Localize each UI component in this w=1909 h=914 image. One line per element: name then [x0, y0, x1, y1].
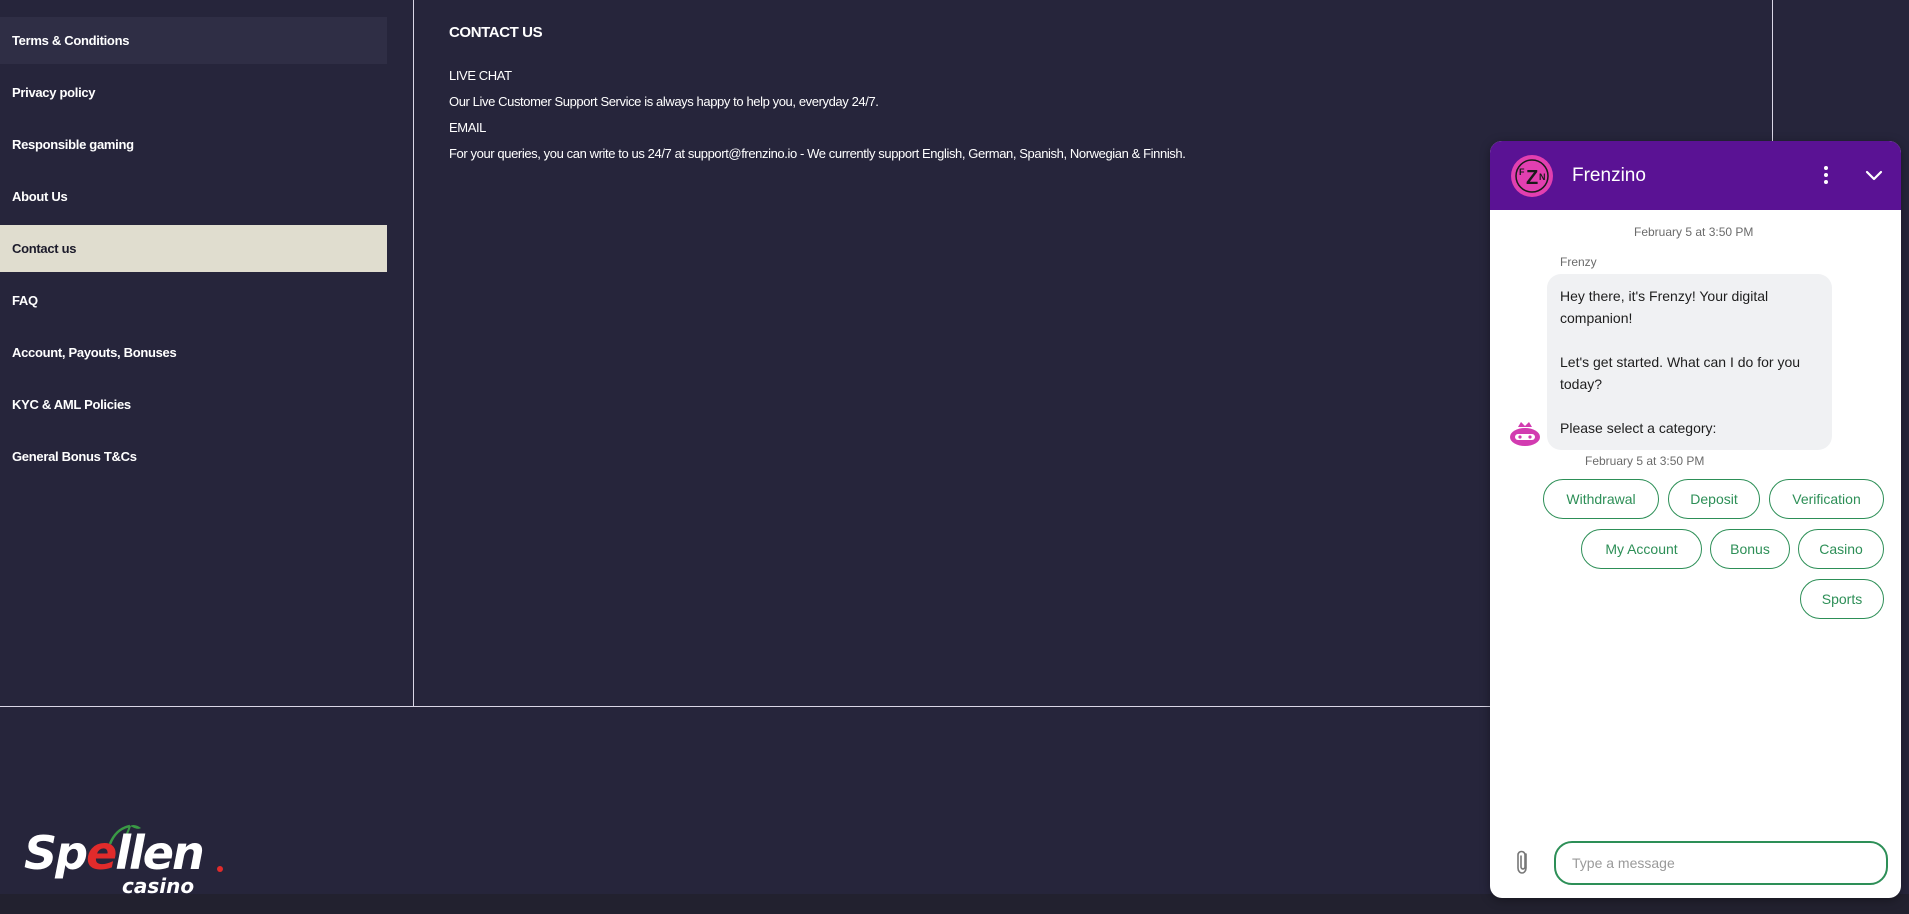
- logo-dot: [217, 866, 223, 872]
- chat-title: Frenzino: [1572, 165, 1646, 186]
- message-sender: Frenzy: [1560, 255, 1597, 269]
- svg-text:Z: Z: [1526, 167, 1538, 189]
- more-vertical-icon[interactable]: [1816, 162, 1836, 188]
- sidebar-item-terms[interactable]: Terms & Conditions: [0, 17, 387, 64]
- message-timestamp: February 5 at 3:50 PM: [1634, 225, 1754, 239]
- sidebar-item-general-bonus-tcs[interactable]: General Bonus T&Cs: [0, 433, 387, 480]
- sidebar-item-label: FAQ: [12, 293, 38, 308]
- chevron-down-icon[interactable]: [1861, 163, 1887, 189]
- quick-reply-bonus[interactable]: Bonus: [1710, 529, 1790, 569]
- chat-header: F Z N Frenzino: [1490, 141, 1901, 210]
- message-input[interactable]: [1554, 841, 1888, 885]
- svg-text:F: F: [1519, 167, 1525, 177]
- quick-reply-withdrawal[interactable]: Withdrawal: [1543, 479, 1659, 519]
- sidebar-item-faq[interactable]: FAQ: [0, 277, 387, 324]
- svg-text:N: N: [1539, 172, 1546, 182]
- sidebar-item-label: Responsible gaming: [12, 137, 134, 152]
- message-paragraph: Please select a category:: [1560, 420, 1717, 436]
- live-chat-text: Our Live Customer Support Service is alw…: [449, 94, 879, 109]
- message-timestamp: February 5 at 3:50 PM: [1585, 454, 1705, 468]
- frenzino-logo-icon: F Z N: [1515, 159, 1549, 193]
- sidebar-item-responsible-gaming[interactable]: Responsible gaming: [0, 121, 387, 168]
- paperclip-icon[interactable]: [1513, 848, 1533, 876]
- sidebar-item-label: Privacy policy: [12, 85, 96, 100]
- sidebar-item-kyc-aml[interactable]: KYC & AML Policies: [0, 381, 387, 428]
- live-chat-label: LIVE CHAT: [449, 68, 512, 83]
- sidebar-item-label: KYC & AML Policies: [12, 397, 131, 412]
- sidebar-item-label: Terms & Conditions: [12, 33, 130, 48]
- quick-reply-deposit[interactable]: Deposit: [1668, 479, 1760, 519]
- page-title: CONTACT US: [449, 24, 543, 41]
- sidebar-item-label: Contact us: [12, 241, 77, 256]
- chat-widget: F Z N Frenzino February 5 at 3:50 PM Fre…: [1490, 141, 1901, 898]
- quick-reply-sports[interactable]: Sports: [1800, 579, 1884, 619]
- sidebar-item-account-payouts-bonuses[interactable]: Account, Payouts, Bonuses: [0, 329, 387, 376]
- quick-reply-verification[interactable]: Verification: [1769, 479, 1884, 519]
- sidebar-item-about-us[interactable]: About Us: [0, 173, 387, 220]
- chat-brand-avatar: F Z N: [1511, 155, 1553, 197]
- sidebar-nav: Terms & Conditions Privacy policy Respon…: [0, 0, 388, 706]
- sidebar-item-privacy[interactable]: Privacy policy: [0, 69, 387, 116]
- quick-reply-casino[interactable]: Casino: [1798, 529, 1884, 569]
- sidebar-divider: [413, 0, 414, 706]
- sidebar-item-label: Account, Payouts, Bonuses: [12, 345, 177, 360]
- message-paragraph: Hey there, it's Frenzy! Your digital com…: [1560, 288, 1769, 326]
- bot-avatar-icon: [1510, 422, 1540, 446]
- bot-message-bubble: Hey there, it's Frenzy! Your digital com…: [1547, 274, 1832, 450]
- email-label: EMAIL: [449, 120, 487, 135]
- logo-wordmark: Spellen: [24, 826, 205, 880]
- sidebar-item-contact-us[interactable]: Contact us: [0, 225, 387, 272]
- message-paragraph: Let's get started. What can I do for you…: [1560, 354, 1801, 392]
- sidebar-item-label: General Bonus T&Cs: [12, 449, 137, 464]
- sidebar-item-label: About Us: [12, 189, 68, 204]
- quick-reply-my-account[interactable]: My Account: [1581, 529, 1702, 569]
